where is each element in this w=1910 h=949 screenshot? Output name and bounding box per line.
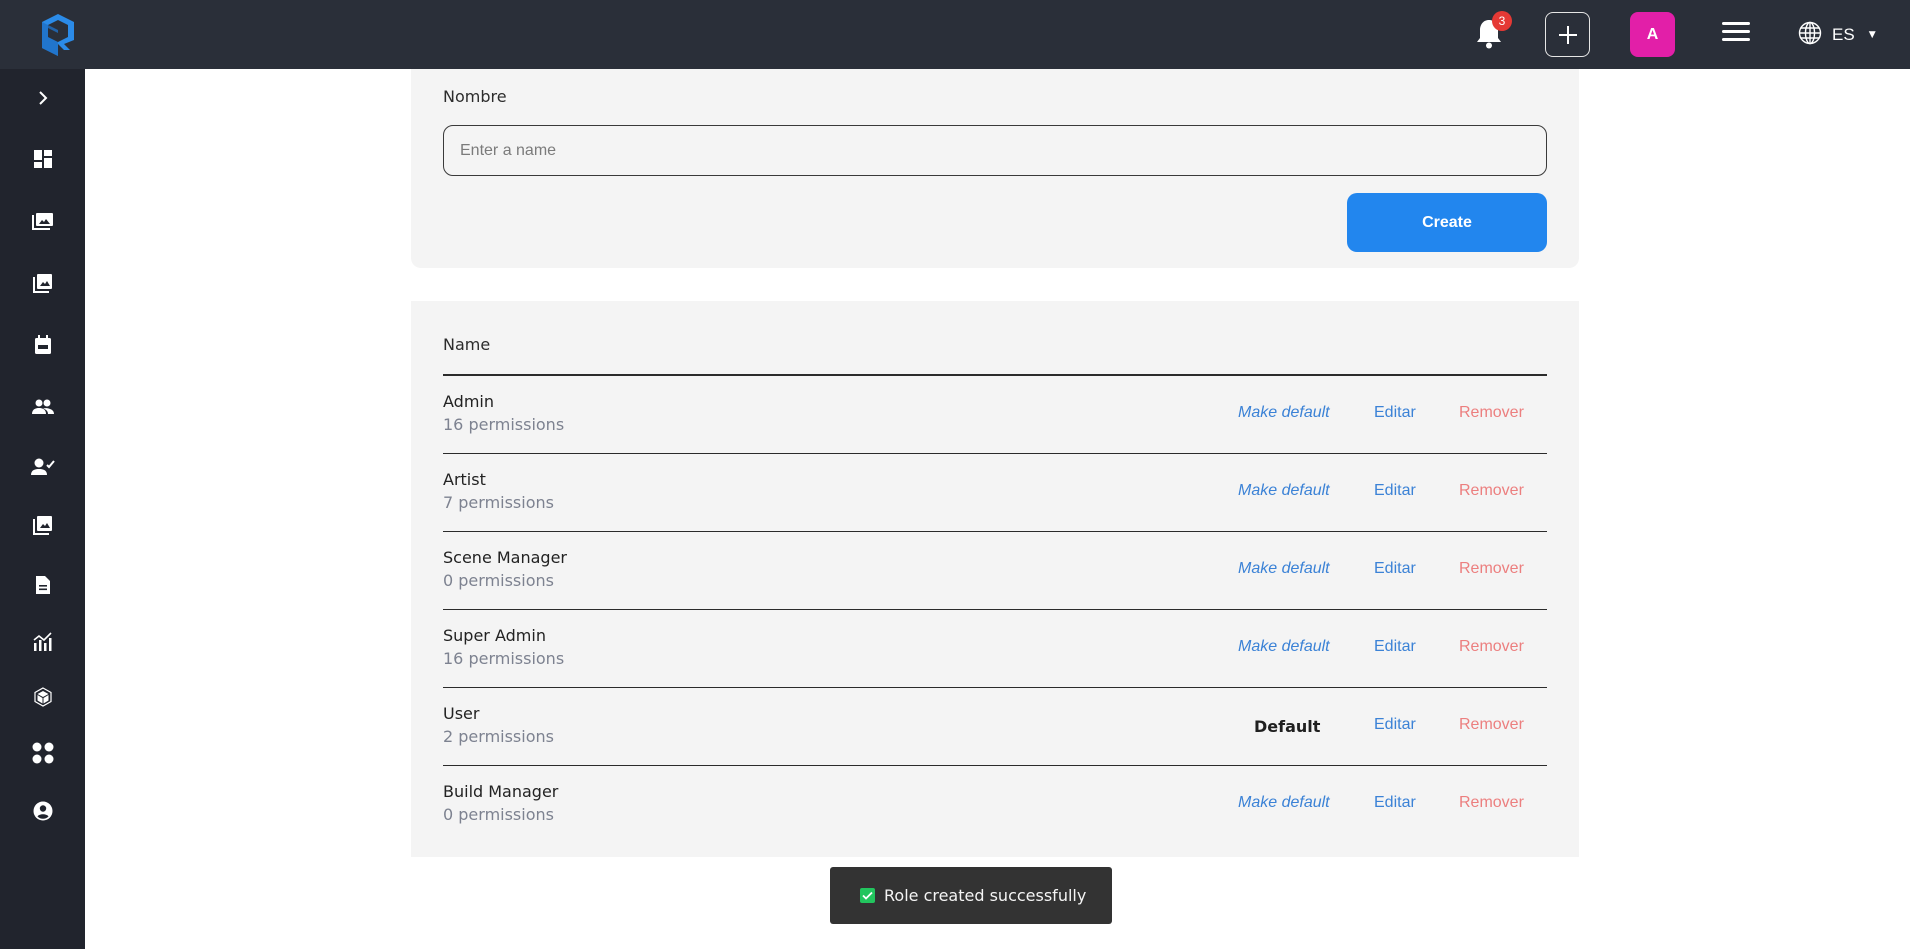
role-permissions-count: 0 permissions xyxy=(443,805,554,824)
create-button[interactable]: Create xyxy=(1347,193,1547,252)
edit-link[interactable]: Editar xyxy=(1374,560,1416,578)
app-logo-icon[interactable] xyxy=(34,10,80,60)
create-role-panel: Nombre Create xyxy=(411,69,1579,268)
remove-link[interactable]: Remover xyxy=(1459,638,1524,656)
analytics-icon xyxy=(33,632,53,656)
globe-icon xyxy=(1798,21,1822,49)
sidebar-item-media[interactable] xyxy=(0,507,85,547)
sidebar-item-roles[interactable] xyxy=(0,449,85,489)
role-permissions-count: 16 permissions xyxy=(443,415,565,434)
success-toast: Role created successfully xyxy=(830,867,1112,924)
make-default-link[interactable]: Make default xyxy=(1238,482,1330,500)
role-name: Super Admin xyxy=(443,626,546,645)
table-row: Build Manager 0 permissions Make default… xyxy=(443,766,1547,844)
hamburger-menu-icon[interactable] xyxy=(1722,22,1750,46)
table-row: Admin 16 permissions Make default Editar… xyxy=(443,376,1547,454)
chevron-right-icon xyxy=(38,90,48,109)
calendar-event-icon xyxy=(34,335,52,359)
role-name: Build Manager xyxy=(443,782,559,801)
sidebar-expand-toggle[interactable] xyxy=(0,79,85,119)
language-code: ES xyxy=(1832,25,1855,44)
sidebar-item-account[interactable] xyxy=(0,793,85,833)
sidebar-item-galleries[interactable] xyxy=(0,203,85,243)
role-name-input[interactable] xyxy=(443,125,1547,176)
dashboard-icon xyxy=(33,150,52,172)
image-stack-icon xyxy=(32,515,53,539)
sidebar-item-events[interactable] xyxy=(0,327,85,367)
user-avatar[interactable]: A xyxy=(1630,12,1675,57)
edit-link[interactable]: Editar xyxy=(1374,482,1416,500)
cube-icon xyxy=(33,687,53,711)
document-icon xyxy=(35,575,51,599)
make-default-link[interactable]: Make default xyxy=(1238,560,1330,578)
toast-message: Role created successfully xyxy=(884,886,1087,905)
remove-link[interactable]: Remover xyxy=(1459,794,1524,812)
sidebar-item-apps[interactable] xyxy=(0,735,85,775)
make-default-link[interactable]: Make default xyxy=(1238,404,1330,422)
role-permissions-count: 7 permissions xyxy=(443,493,554,512)
role-name: Scene Manager xyxy=(443,548,567,567)
role-name: Artist xyxy=(443,470,486,489)
add-button[interactable] xyxy=(1545,12,1590,57)
sidebar xyxy=(0,69,85,949)
remove-link[interactable]: Remover xyxy=(1459,560,1524,578)
sidebar-item-documents[interactable] xyxy=(0,567,85,607)
role-permissions-count: 16 permissions xyxy=(443,649,565,668)
remove-link[interactable]: Remover xyxy=(1459,716,1524,734)
table-row: Artist 7 permissions Make default Editar… xyxy=(443,454,1547,532)
sidebar-item-dashboard[interactable] xyxy=(0,141,85,181)
roles-table: Name Admin 16 permissions Make default E… xyxy=(411,301,1579,857)
make-default-link[interactable]: Make default xyxy=(1238,638,1330,656)
caret-down-icon: ▼ xyxy=(1868,30,1876,40)
table-row: Super Admin 16 permissions Make default … xyxy=(443,610,1547,688)
apps-dots-icon xyxy=(32,742,54,768)
default-badge: Default xyxy=(1254,717,1321,736)
edit-link[interactable]: Editar xyxy=(1374,794,1416,812)
account-circle-icon xyxy=(33,801,53,825)
remove-link[interactable]: Remover xyxy=(1459,482,1524,500)
top-bar: 3 A ES ▼ xyxy=(0,0,1910,69)
table-row: Scene Manager 0 permissions Make default… xyxy=(443,532,1547,610)
column-header-name: Name xyxy=(443,335,491,354)
edit-link[interactable]: Editar xyxy=(1374,638,1416,656)
notifications-badge: 3 xyxy=(1492,11,1512,31)
edit-link[interactable]: Editar xyxy=(1374,404,1416,422)
collections-icon xyxy=(32,273,53,297)
people-icon xyxy=(31,399,54,419)
remove-link[interactable]: Remover xyxy=(1459,404,1524,422)
checkmark-icon xyxy=(860,888,875,903)
photo-library-icon xyxy=(31,212,54,234)
language-selector[interactable]: ES ▼ xyxy=(1798,20,1876,50)
role-permissions-count: 0 permissions xyxy=(443,571,554,590)
person-check-icon xyxy=(30,458,55,480)
sidebar-item-analytics[interactable] xyxy=(0,624,85,664)
edit-link[interactable]: Editar xyxy=(1374,716,1416,734)
name-label: Nombre xyxy=(443,87,507,106)
table-row: User 2 permissions Default Editar Remove… xyxy=(443,688,1547,766)
sidebar-item-assets[interactable] xyxy=(0,679,85,719)
sidebar-item-users[interactable] xyxy=(0,389,85,429)
role-name: Admin xyxy=(443,392,494,411)
role-permissions-count: 2 permissions xyxy=(443,727,554,746)
make-default-link[interactable]: Make default xyxy=(1238,794,1330,812)
sidebar-item-collections[interactable] xyxy=(0,265,85,305)
role-name: User xyxy=(443,704,480,723)
